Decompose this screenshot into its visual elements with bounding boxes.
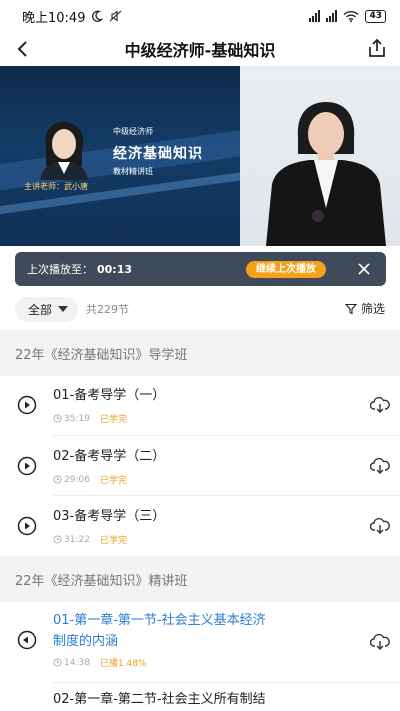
- moon-icon: [92, 10, 104, 22]
- presenter-image: [266, 102, 386, 246]
- clock-icon: [53, 475, 62, 484]
- lesson-title: 03-备考导学（三）: [53, 509, 166, 524]
- chevron-left-icon[interactable]: [12, 38, 34, 60]
- lesson-item[interactable]: 02-第一章-第二节-社会主义所有制结: [0, 683, 400, 711]
- lesson-item[interactable]: 03-备考导学（三） 31:22 已学完: [0, 496, 400, 556]
- status-bar: 晚上10:49 43: [0, 0, 400, 32]
- lesson-duration: 31:22: [64, 534, 90, 545]
- battery-indicator: 43: [365, 9, 386, 23]
- signal-icon: [326, 10, 338, 22]
- lesson-item-active[interactable]: 01-第一章-第一节-社会主义基本经济 制度的内涵 14:38 已播1.48%: [0, 602, 400, 682]
- video-main-title: 经济基础知识: [113, 146, 203, 162]
- filter-row: 全部 共229节 筛选: [0, 292, 400, 326]
- clock-icon: [53, 658, 62, 667]
- lesson-item[interactable]: 02-备考导学（二） 29:06 已学完: [0, 436, 400, 496]
- lesson-duration: 35:19: [64, 413, 90, 424]
- video-class-name: 教材精讲班: [113, 167, 153, 176]
- filter-selected: 全部: [28, 302, 53, 317]
- resume-button[interactable]: 继续上次播放: [246, 261, 326, 278]
- clock-icon: [53, 414, 62, 423]
- wifi-icon: [343, 10, 359, 22]
- lesson-item[interactable]: 01-备考导学（一） 35:19 已学完: [0, 375, 400, 435]
- lesson-title: 01-备考导学（一）: [53, 388, 166, 403]
- signal-icon: [309, 10, 321, 22]
- share-icon[interactable]: [366, 37, 388, 59]
- section-header: 22年《经济基础知识》精讲班: [0, 556, 400, 602]
- playing-icon: [17, 630, 37, 650]
- download-icon[interactable]: [370, 517, 390, 535]
- download-icon[interactable]: [370, 633, 390, 651]
- page-title: 中级经济师-基础知识: [124, 41, 276, 60]
- lesson-title: 02-备考导学（二）: [53, 449, 166, 464]
- play-icon: [17, 516, 37, 536]
- lesson-status: 已学完: [99, 536, 127, 546]
- caret-down-icon: [58, 306, 69, 312]
- screen-button[interactable]: 筛选: [344, 300, 385, 317]
- lesson-status: 已播1.48%: [99, 659, 147, 669]
- download-icon[interactable]: [370, 457, 390, 475]
- lesson-count: 共229节: [86, 303, 130, 316]
- video-teacher: 主讲老师：武小唐: [24, 182, 88, 191]
- play-icon: [17, 456, 37, 476]
- resume-label: 上次播放至：: [27, 263, 93, 276]
- lesson-title: 02-第一章-第二节-社会主义所有制结: [53, 692, 266, 707]
- lesson-title-line2: 制度的内涵: [53, 634, 119, 649]
- lesson-status: 已学完: [99, 476, 127, 486]
- download-icon[interactable]: [370, 396, 390, 414]
- video-subtitle: 中级经济师: [113, 127, 153, 136]
- lesson-title-line1: 01-第一章-第一节-社会主义基本经济: [53, 613, 266, 628]
- status-time: 晚上10:49: [22, 10, 86, 26]
- play-icon: [17, 395, 37, 415]
- resume-bar: 上次播放至： 00:13 继续上次播放: [15, 252, 386, 286]
- section-header: 22年《经济基础知识》导学班: [0, 330, 400, 376]
- teacher-cartoon-image: [40, 121, 88, 180]
- lesson-duration: 29:06: [64, 474, 90, 485]
- mute-icon: [110, 10, 122, 22]
- lesson-duration: 14:38: [64, 657, 90, 668]
- filter-icon: [344, 303, 357, 314]
- clock-icon: [53, 535, 62, 544]
- lesson-status: 已学完: [99, 415, 127, 425]
- screen-label: 筛选: [360, 302, 385, 316]
- resume-time: 00:13: [97, 262, 133, 276]
- close-icon[interactable]: [356, 261, 372, 277]
- nav-bar: 中级经济师-基础知识: [0, 32, 400, 66]
- filter-dropdown[interactable]: 全部: [15, 296, 79, 322]
